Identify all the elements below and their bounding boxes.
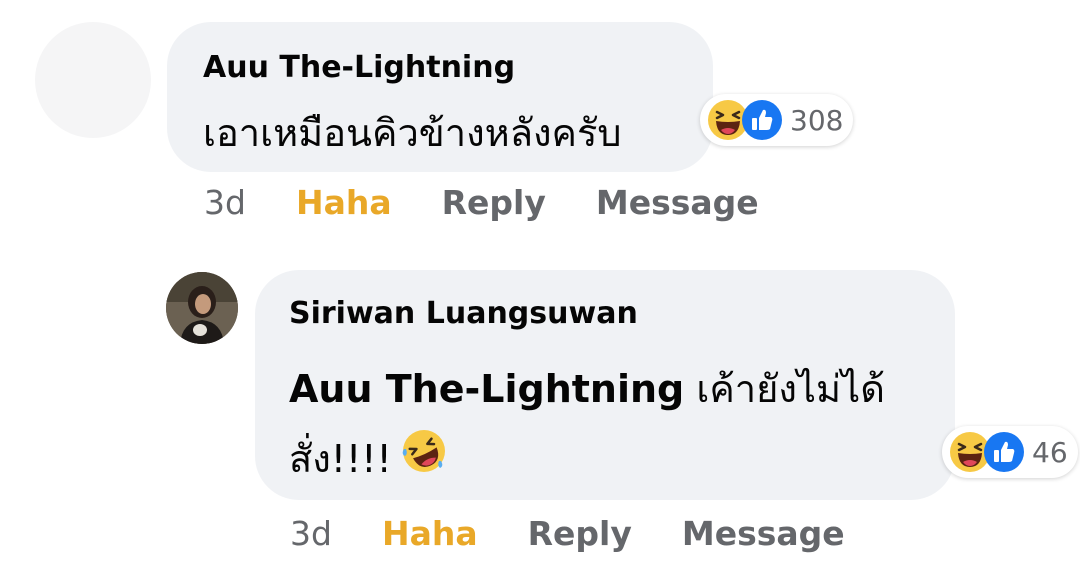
reaction-count: 308 <box>790 103 844 137</box>
reaction-summary[interactable]: 46 <box>942 426 1078 478</box>
comment-text-line: สั่ง!!!! <box>289 424 885 497</box>
comment-actions: 3d Haha Reply Message <box>204 183 759 222</box>
comment-text-line: Auu The-Lightning เค้ายังไม่ได้ <box>289 354 885 424</box>
comment-text-segment: สั่ง!!!! <box>289 437 392 481</box>
mention-link[interactable]: Auu The-Lightning <box>289 367 684 411</box>
comment-timestamp[interactable]: 3d <box>290 514 332 553</box>
like-icon <box>740 98 784 142</box>
avatar[interactable] <box>35 22 151 138</box>
comment-author[interactable]: Siriwan Luangsuwan <box>289 296 638 331</box>
avatar[interactable] <box>166 272 238 344</box>
reaction-count: 46 <box>1032 435 1068 469</box>
comment-timestamp[interactable]: 3d <box>204 183 246 222</box>
comment-text: Auu The-Lightning เค้ายังไม่ได้ สั่ง!!!! <box>289 354 885 497</box>
message-button[interactable]: Message <box>682 514 845 553</box>
comment-text-segment: เค้ายังไม่ได้ <box>696 367 885 411</box>
haha-button[interactable]: Haha <box>382 514 478 553</box>
comment-author[interactable]: Auu The-Lightning <box>203 50 515 85</box>
comment-bubble: Auu The-Lightning เอาเหมือนคิวข้างหลังคร… <box>167 22 713 172</box>
reply-button[interactable]: Reply <box>442 183 546 222</box>
comment-actions: 3d Haha Reply Message <box>290 514 845 553</box>
message-button[interactable]: Message <box>596 183 759 222</box>
reaction-summary[interactable]: 308 <box>700 94 854 146</box>
comment-bubble: Siriwan Luangsuwan Auu The-Lightning เค้… <box>255 270 955 500</box>
like-icon <box>982 430 1026 474</box>
rolling-on-floor-laughing-icon <box>400 427 448 497</box>
reply-button[interactable]: Reply <box>528 514 632 553</box>
haha-button[interactable]: Haha <box>296 183 392 222</box>
comment-text: เอาเหมือนคิวข้างหลังครับ <box>203 111 622 155</box>
